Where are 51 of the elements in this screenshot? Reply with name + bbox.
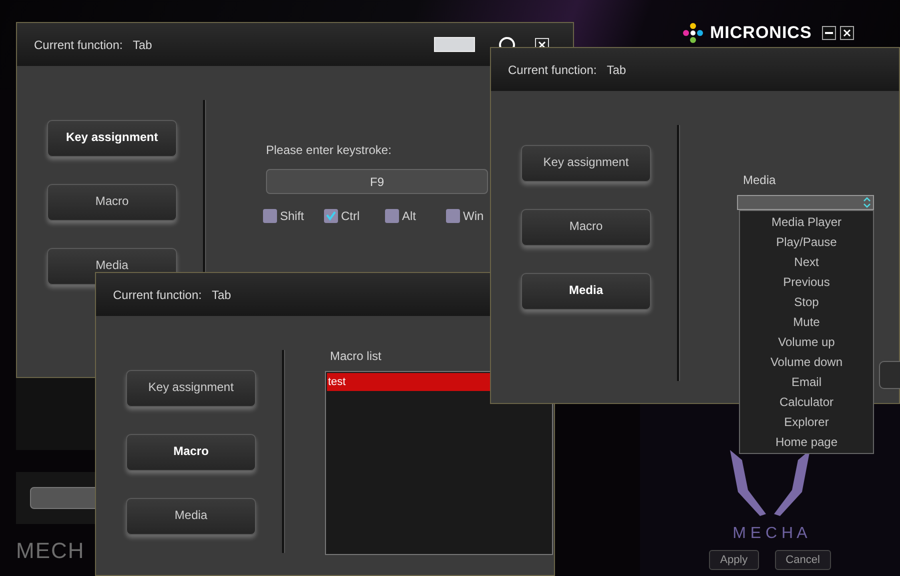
nav-button[interactable]: Key assignment bbox=[521, 145, 651, 182]
field-label: Macro list bbox=[330, 348, 382, 365]
nav-button[interactable]: Key assignment bbox=[126, 370, 256, 407]
close-icon bbox=[843, 29, 851, 37]
dialog-button[interactable]: Apply bbox=[709, 550, 759, 570]
logo-icon bbox=[680, 20, 706, 46]
menu-item[interactable]: Home page bbox=[740, 432, 873, 452]
menu-item[interactable]: Play/Pause bbox=[740, 232, 873, 252]
checkbox[interactable] bbox=[263, 209, 277, 223]
checkbox-label: Alt bbox=[402, 208, 416, 225]
menu-item[interactable]: Previous bbox=[740, 272, 873, 292]
brand-logo: MICRONICS bbox=[710, 22, 812, 44]
title-value: Tab bbox=[606, 62, 626, 78]
nav-button[interactable]: Macro bbox=[521, 209, 651, 246]
nav-button[interactable]: Macro bbox=[47, 184, 177, 221]
title-label: Current function: bbox=[508, 62, 597, 78]
nav-button[interactable]: Media bbox=[521, 273, 651, 310]
media-dropdown[interactable] bbox=[737, 195, 874, 210]
title-value: Tab bbox=[132, 36, 152, 54]
macro-list[interactable]: test bbox=[325, 371, 553, 555]
keystroke-field[interactable]: F9 bbox=[266, 169, 488, 194]
nav-button[interactable]: Macro bbox=[126, 434, 256, 471]
logo-letters: M E C H A bbox=[732, 524, 808, 544]
menu-item[interactable]: Calculator bbox=[740, 392, 873, 412]
menu-item[interactable]: Volume up bbox=[740, 332, 873, 352]
menu-item[interactable]: Mute bbox=[740, 312, 873, 332]
checkbox[interactable] bbox=[446, 209, 460, 223]
checkbox-label: Ctrl bbox=[341, 208, 360, 225]
title-value: Tab bbox=[212, 286, 232, 304]
model-name: MECH bbox=[16, 537, 85, 565]
nav-button[interactable]: Media bbox=[126, 498, 256, 535]
menu-item[interactable]: Media Player bbox=[740, 212, 873, 232]
title-label: Current function: bbox=[113, 286, 202, 304]
field-label: Media bbox=[743, 172, 777, 189]
menu-item[interactable]: Email bbox=[740, 372, 873, 392]
field-label: Please enter keystroke: bbox=[266, 142, 392, 159]
close-button[interactable] bbox=[840, 26, 854, 40]
nav-button[interactable]: Key assignment bbox=[47, 120, 177, 157]
minimize-button[interactable] bbox=[822, 26, 836, 40]
checkbox-label: Shift bbox=[280, 208, 304, 225]
spinner-icon bbox=[862, 197, 872, 208]
dialog-button[interactable]: Cancel bbox=[774, 550, 831, 570]
close-icon bbox=[538, 40, 546, 48]
checkbox-label: Win bbox=[463, 208, 484, 225]
menu-item[interactable]: Volume down bbox=[740, 352, 873, 372]
menu-item[interactable]: Stop bbox=[740, 292, 873, 312]
menu-item[interactable]: Explorer bbox=[740, 412, 873, 432]
menu-item[interactable]: Next bbox=[740, 252, 873, 272]
checkbox[interactable] bbox=[324, 209, 338, 223]
checkbox[interactable] bbox=[385, 209, 399, 223]
title-label: Current function: bbox=[34, 36, 123, 54]
